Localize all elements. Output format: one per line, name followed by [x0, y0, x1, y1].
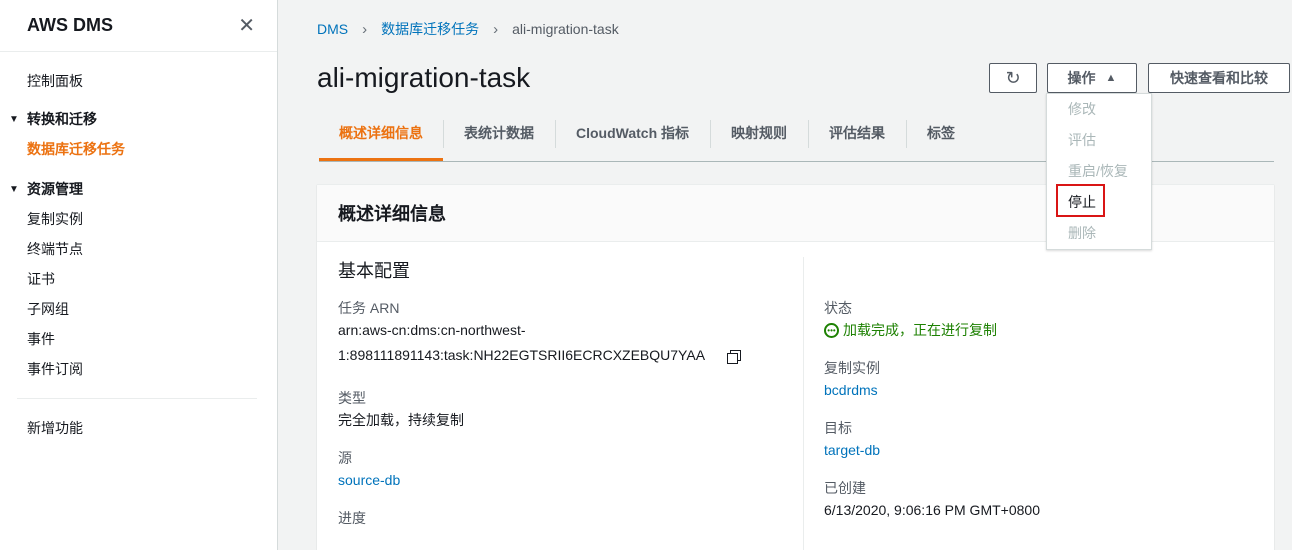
- status-ok-icon: •••: [824, 323, 839, 338]
- sidebar-item-event-subscriptions[interactable]: 事件订阅: [0, 354, 277, 384]
- quick-view-compare-button[interactable]: 快速查看和比较: [1148, 63, 1290, 93]
- section-heading: 基本配置: [338, 261, 410, 281]
- target-link[interactable]: target-db: [824, 438, 1264, 463]
- tab-assessment-results[interactable]: 评估结果: [808, 118, 906, 161]
- menu-item-delete: 删除: [1068, 225, 1096, 241]
- tab-mapping-rules[interactable]: 映射规则: [710, 118, 808, 161]
- caret-down-icon: ▼: [9, 183, 19, 195]
- refresh-button[interactable]: ↻: [989, 63, 1037, 93]
- created-label: 已创建: [824, 480, 866, 496]
- source-label: 源: [338, 450, 352, 466]
- task-arn-label: 任务 ARN: [338, 300, 400, 316]
- actions-button-label: 操作: [1067, 70, 1096, 86]
- sidebar-nav: 控制面板 ▼ 转换和迁移 数据库迁移任务 ▼ 资源管理 复制实例 终端节点 证书…: [0, 52, 277, 443]
- page-title: ali-migration-task: [317, 62, 531, 93]
- chevron-right-icon: ›: [362, 20, 368, 38]
- sidebar-item-db-migration-tasks[interactable]: 数据库迁移任务: [0, 134, 277, 164]
- chevron-right-icon: ›: [493, 20, 499, 38]
- status-label: 状态: [824, 300, 852, 316]
- actions-dropdown-menu: 修改 评估 重启/恢复 停止 删除: [1046, 93, 1152, 250]
- source-link[interactable]: source-db: [338, 468, 778, 493]
- progress-label: 进度: [338, 510, 366, 526]
- caret-down-icon: ▼: [9, 113, 19, 125]
- tab-table-statistics[interactable]: 表统计数据: [443, 118, 555, 161]
- details-right-column: 状态 ••• 加载完成，正在进行复制 复制实例 bcdrdms 目标 targe…: [824, 257, 1264, 523]
- column-divider: [803, 257, 804, 550]
- sidebar-item-subnet-groups[interactable]: 子网组: [0, 294, 277, 324]
- sidebar-item-certificates[interactable]: 证书: [0, 264, 277, 294]
- sidebar-item-events[interactable]: 事件: [0, 324, 277, 354]
- highlight-box: [1056, 184, 1105, 217]
- breadcrumb-dms[interactable]: DMS: [317, 21, 348, 37]
- status-value: ••• 加载完成，正在进行复制: [824, 318, 1264, 343]
- sidebar-item-endpoints[interactable]: 终端节点: [0, 234, 277, 264]
- tab-overview-details[interactable]: 概述详细信息: [319, 118, 443, 161]
- sidebar-header: AWS DMS ✕: [0, 0, 277, 52]
- actions-button[interactable]: 操作 ▲: [1047, 63, 1137, 93]
- replication-instance-label: 复制实例: [824, 360, 880, 376]
- main-content: DMS › 数据库迁移任务 › ali-migration-task ali-m…: [279, 0, 1292, 550]
- sidebar-section-migrate[interactable]: ▼ 转换和迁移: [0, 104, 277, 134]
- sidebar: AWS DMS ✕ 控制面板 ▼ 转换和迁移 数据库迁移任务 ▼ 资源管理 复制…: [0, 0, 278, 550]
- copy-icon[interactable]: [727, 350, 742, 365]
- caret-up-icon: ▲: [1105, 72, 1117, 84]
- sidebar-item-replication-instances[interactable]: 复制实例: [0, 204, 277, 234]
- sidebar-title: AWS DMS: [27, 15, 114, 35]
- sidebar-section-label: 资源管理: [27, 181, 83, 197]
- status-text: 加载完成，正在进行复制: [843, 322, 997, 338]
- breadcrumb-current: ali-migration-task: [512, 21, 619, 37]
- sidebar-section-resources[interactable]: ▼ 资源管理: [0, 174, 277, 204]
- replication-instance-link[interactable]: bcdrdms: [824, 378, 1264, 403]
- sidebar-item-whats-new[interactable]: 新增功能: [0, 413, 277, 443]
- details-left-column: 基本配置 任务 ARN arn:aws-cn:dms:cn-northwest-…: [338, 257, 778, 528]
- sidebar-item-dashboard[interactable]: 控制面板: [0, 66, 277, 96]
- type-value: 完全加载，持续复制: [338, 412, 464, 428]
- task-arn-value-line2: 1:898111891143:task:NH22EGTSRII6ECRCXZEB…: [338, 347, 706, 363]
- menu-item-restart-resume: 重启/恢复: [1068, 163, 1128, 179]
- breadcrumb: DMS › 数据库迁移任务 › ali-migration-task: [317, 19, 619, 39]
- task-arn-value-line1: arn:aws-cn:dms:cn-northwest-: [338, 322, 526, 338]
- sidebar-divider: [17, 398, 257, 399]
- sidebar-section-label: 转换和迁移: [27, 111, 97, 127]
- tab-tags[interactable]: 标签: [906, 118, 976, 161]
- tab-cloudwatch-metrics[interactable]: CloudWatch 指标: [555, 118, 710, 161]
- refresh-icon: ↻: [1005, 67, 1021, 88]
- close-icon[interactable]: ✕: [238, 16, 255, 36]
- type-label: 类型: [338, 390, 366, 406]
- menu-item-modify: 修改: [1068, 101, 1096, 117]
- breadcrumb-db-migration-tasks[interactable]: 数据库迁移任务: [381, 19, 479, 39]
- menu-item-assess: 评估: [1068, 132, 1096, 148]
- target-label: 目标: [824, 420, 852, 436]
- task-arn-value: 1:898111891143:task:NH22EGTSRII6ECRCXZEB…: [338, 343, 778, 368]
- created-value: 6/13/2020, 9:06:16 PM GMT+0800: [824, 502, 1040, 518]
